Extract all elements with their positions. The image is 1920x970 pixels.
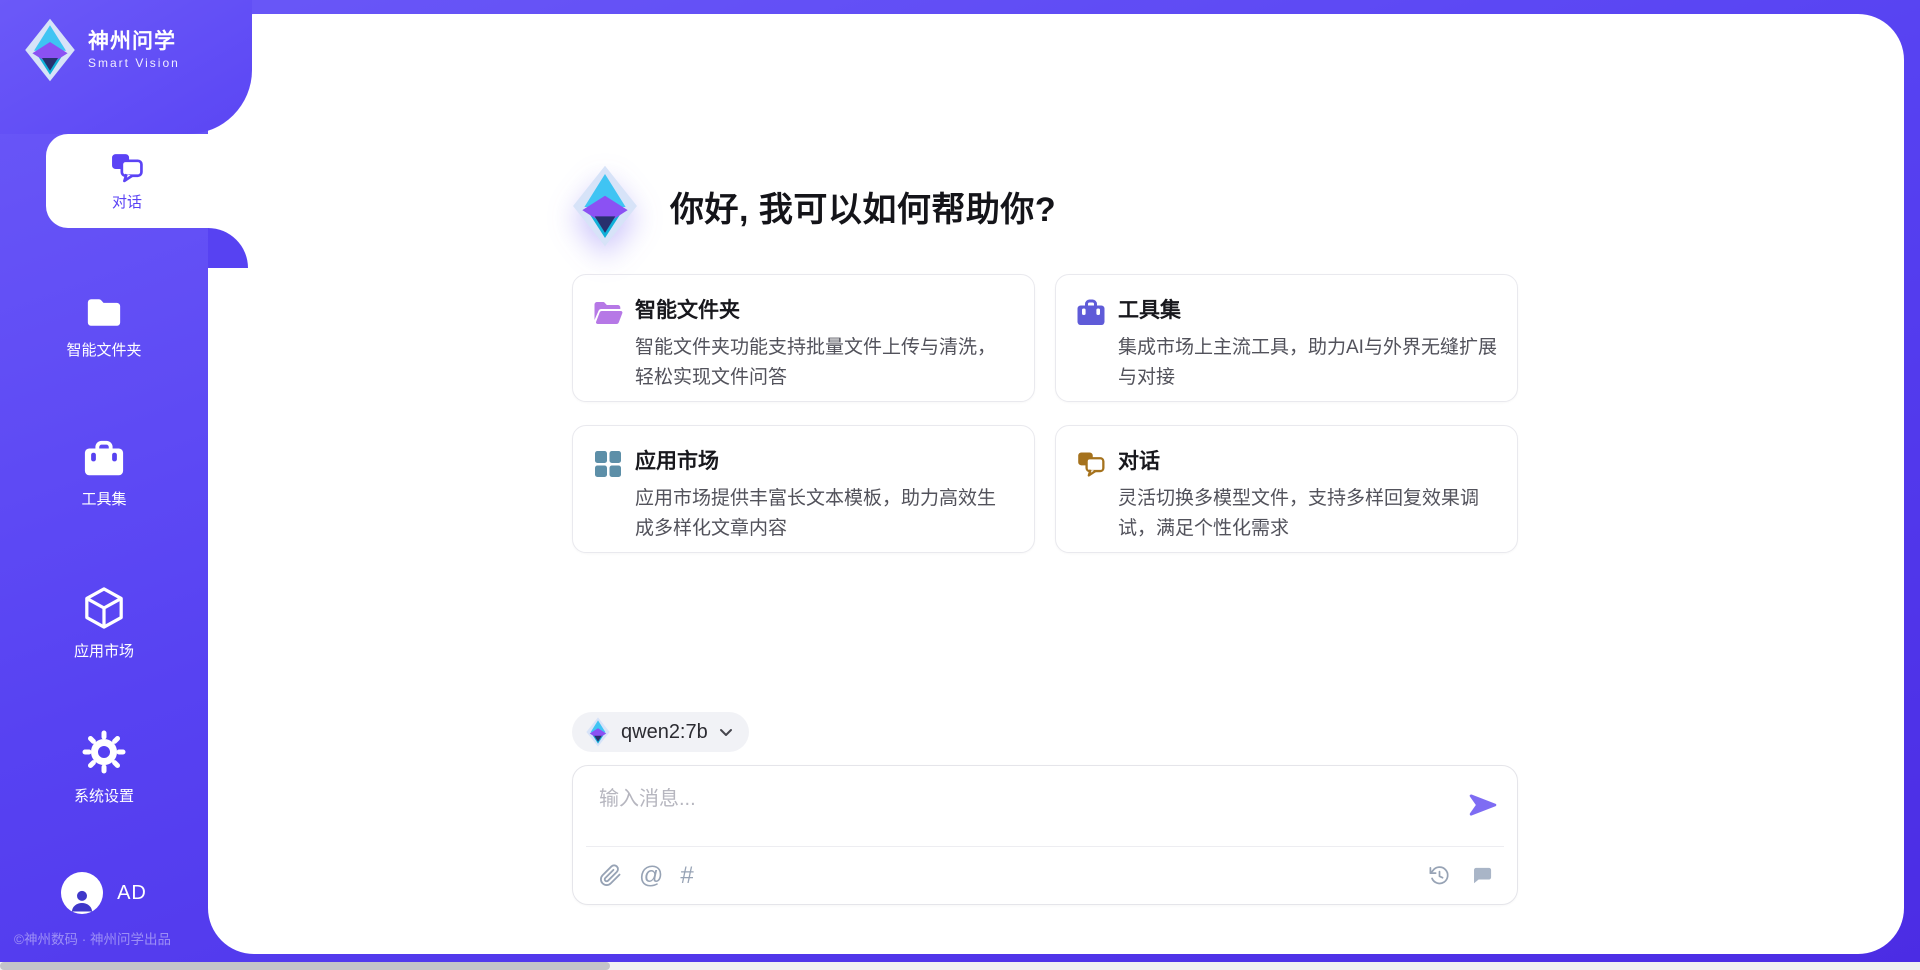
- brand-subtitle: Smart Vision: [88, 56, 180, 70]
- avatar: [61, 872, 103, 914]
- folder-icon: [85, 296, 123, 329]
- sidebar-item-settings[interactable]: 系统设置: [0, 729, 208, 806]
- attach-button[interactable]: [597, 862, 624, 889]
- mention-button[interactable]: @: [637, 862, 665, 890]
- user-account[interactable]: AD: [0, 872, 208, 914]
- message-input[interactable]: [599, 788, 1419, 811]
- greeting-diamond-icon: [572, 164, 638, 248]
- card-title: 对话: [1118, 447, 1497, 477]
- model-diamond-icon: [586, 717, 610, 747]
- brand-diamond-icon: [22, 18, 78, 82]
- sidebar-item-label: 系统设置: [74, 785, 134, 806]
- card-title: 应用市场: [635, 447, 1014, 477]
- sidebar-item-label: 智能文件夹: [66, 339, 141, 360]
- greeting-text: 你好, 我可以如何帮助你?: [670, 182, 1056, 231]
- sidebar-item-label: 工具集: [81, 488, 126, 509]
- chat-bubbles-icon: [1076, 449, 1106, 479]
- card-title: 工具集: [1118, 296, 1497, 326]
- card-description: 智能文件夹功能支持批量文件上传与清洗，轻松实现文件问答: [635, 333, 1014, 393]
- sidebar: 神州问学 Smart Vision 对话 智能文件夹 工具集 应用市场: [0, 0, 208, 970]
- sidebar-item-chat[interactable]: 对话: [46, 134, 208, 228]
- sidebar-item-apps[interactable]: 应用市场: [0, 586, 208, 661]
- send-icon: [1469, 794, 1497, 816]
- message-composer: @ #: [572, 765, 1518, 905]
- model-name: qwen2:7b: [621, 721, 708, 744]
- gear-icon: [81, 729, 127, 775]
- topic-button[interactable]: #: [678, 862, 695, 890]
- history-icon: [1428, 864, 1451, 887]
- card-description: 灵活切换多模型文件，支持多样回复效果调试，满足个性化需求: [1118, 484, 1497, 544]
- feature-cards: 智能文件夹 智能文件夹功能支持批量文件上传与清洗，轻松实现文件问答 工具集 集成…: [572, 274, 1518, 553]
- chat-bubbles-icon: [109, 151, 145, 184]
- open-folder-icon: [593, 298, 623, 328]
- card-title: 智能文件夹: [635, 296, 1014, 326]
- chevron-down-icon: [719, 728, 733, 737]
- card-toolset[interactable]: 工具集 集成市场上主流工具，助力AI与外界无缝扩展与对接: [1055, 274, 1518, 402]
- user-name: AD: [117, 882, 147, 905]
- send-button[interactable]: [1469, 794, 1497, 819]
- sidebar-item-label: 对话: [112, 191, 142, 212]
- composer-toolbar: @ #: [573, 847, 1517, 904]
- chat-filled-icon: [1470, 864, 1493, 887]
- brand-name: 神州问学: [88, 30, 180, 53]
- history-button[interactable]: [1426, 862, 1453, 889]
- person-icon: [67, 884, 97, 914]
- horizontal-scrollbar[interactable]: [0, 962, 1920, 970]
- sidebar-item-tools[interactable]: 工具集: [0, 440, 208, 509]
- card-description: 集成市场上主流工具，助力AI与外界无缝扩展与对接: [1118, 333, 1497, 393]
- card-smart-folders[interactable]: 智能文件夹 智能文件夹功能支持批量文件上传与清洗，轻松实现文件问答: [572, 274, 1035, 402]
- briefcase-icon: [83, 440, 125, 478]
- brand: 神州问学 Smart Vision: [22, 18, 180, 82]
- cube-icon: [83, 586, 125, 630]
- at-icon: @: [639, 864, 663, 888]
- sidebar-item-folders[interactable]: 智能文件夹: [0, 296, 208, 360]
- new-chat-button[interactable]: [1468, 862, 1495, 889]
- copyright-footer: ©神州数码 · 神州问学出品: [14, 928, 171, 948]
- paperclip-icon: [599, 864, 622, 887]
- briefcase-icon: [1076, 298, 1106, 328]
- card-app-market[interactable]: 应用市场 应用市场提供丰富长文本模板，助力高效生成多样化文章内容: [572, 425, 1035, 553]
- card-description: 应用市场提供丰富长文本模板，助力高效生成多样化文章内容: [635, 484, 1014, 544]
- card-chat[interactable]: 对话 灵活切换多模型文件，支持多样回复效果调试，满足个性化需求: [1055, 425, 1518, 553]
- hash-icon: #: [680, 864, 693, 888]
- greeting: 你好, 我可以如何帮助你?: [572, 164, 1518, 248]
- main-content: 你好, 我可以如何帮助你? 智能文件夹 智能文件夹功能支持批量文件上传与清洗，轻…: [572, 14, 1518, 905]
- sidebar-item-label: 应用市场: [74, 640, 134, 661]
- scrollbar-thumb[interactable]: [0, 962, 610, 970]
- model-selector[interactable]: qwen2:7b: [572, 712, 749, 752]
- grid-icon: [593, 449, 623, 479]
